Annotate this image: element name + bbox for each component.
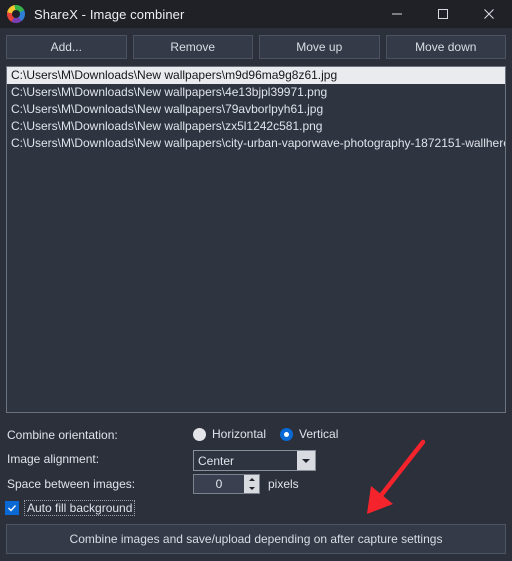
list-item[interactable]: C:\Users\M\Downloads\New wallpapers\79av… <box>7 101 505 118</box>
space-between-images-value[interactable]: 0 <box>194 475 244 493</box>
orientation-radio-group: Horizontal Vertical <box>193 427 338 441</box>
radio-horizontal[interactable]: Horizontal <box>193 427 266 441</box>
radio-horizontal-label: Horizontal <box>212 427 267 441</box>
chevron-down-icon[interactable] <box>297 451 315 470</box>
list-item[interactable]: C:\Users\M\Downloads\New wallpapers\city… <box>7 135 505 152</box>
window-controls <box>374 0 512 28</box>
move-up-button[interactable]: Move up <box>259 35 380 59</box>
list-item[interactable]: C:\Users\M\Downloads\New wallpapers\zx5l… <box>7 118 505 135</box>
add-button[interactable]: Add... <box>6 35 127 59</box>
radio-vertical-label: Vertical <box>299 427 339 441</box>
red-arrow-annotation <box>367 439 426 514</box>
radio-horizontal-icon <box>193 427 206 441</box>
image-alignment-label: Image alignment: <box>7 452 100 466</box>
combine-images-button[interactable]: Combine images and save/upload depending… <box>6 524 506 554</box>
stepper-buttons <box>244 475 259 493</box>
space-between-images-label: Space between images: <box>7 477 136 491</box>
combine-orientation-label: Combine orientation: <box>7 428 118 442</box>
file-list[interactable]: C:\Users\M\Downloads\New wallpapers\m9d9… <box>6 66 506 413</box>
toolbar: Add... Remove Move up Move down <box>6 35 506 59</box>
stepper-up-icon[interactable] <box>244 475 259 484</box>
auto-fill-background-label: Auto fill background <box>24 500 136 516</box>
remove-button[interactable]: Remove <box>132 35 253 59</box>
image-alignment-value: Center <box>198 453 235 468</box>
list-item[interactable]: C:\Users\M\Downloads\New wallpapers\4e13… <box>7 84 505 101</box>
auto-fill-background-checkbox-row[interactable]: Auto fill background <box>5 500 136 516</box>
space-between-images-stepper[interactable]: 0 <box>193 474 260 494</box>
close-button[interactable] <box>466 0 512 28</box>
maximize-button[interactable] <box>420 0 466 28</box>
move-down-button[interactable]: Move down <box>385 35 506 59</box>
radio-vertical-icon <box>280 427 294 441</box>
stepper-down-icon[interactable] <box>244 484 259 493</box>
image-combiner-window: ShareX - Image combiner Add... Remove Mo… <box>0 0 512 561</box>
image-alignment-select[interactable]: Center <box>193 450 316 471</box>
window-title: ShareX - Image combiner <box>34 6 185 22</box>
titlebar: ShareX - Image combiner <box>0 0 512 28</box>
minimize-button[interactable] <box>374 0 420 28</box>
radio-vertical[interactable]: Vertical <box>280 427 338 441</box>
list-item[interactable]: C:\Users\M\Downloads\New wallpapers\m9d9… <box>7 67 505 84</box>
checkmark-icon[interactable] <box>5 501 19 515</box>
pixels-unit-label: pixels <box>268 477 299 491</box>
sharex-logo-icon <box>7 5 25 23</box>
